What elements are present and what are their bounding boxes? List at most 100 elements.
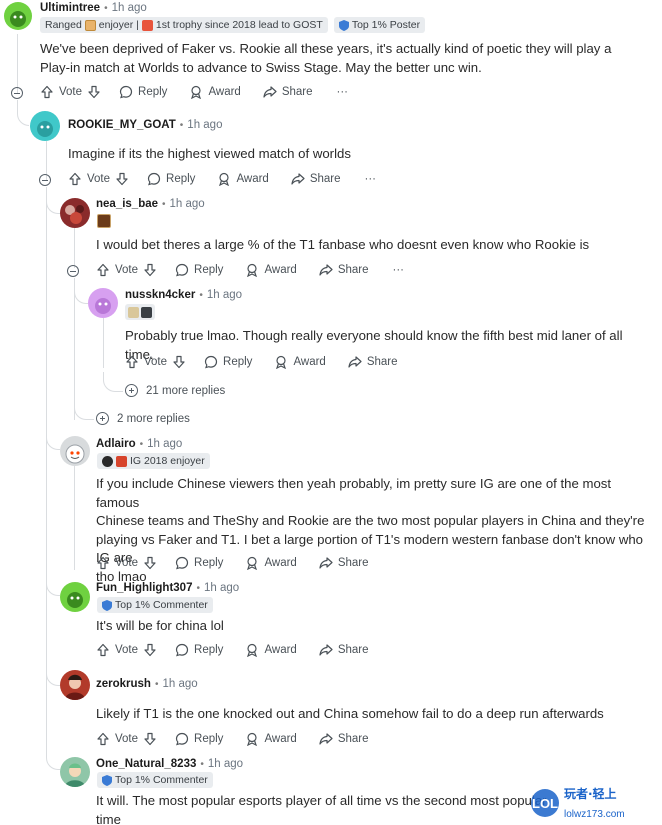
award-button[interactable]: Award — [245, 556, 297, 570]
timestamp[interactable]: 1h ago — [187, 119, 222, 131]
avatar[interactable] — [88, 288, 118, 318]
share-button[interactable]: Share — [319, 643, 369, 657]
downvote-icon[interactable] — [115, 172, 129, 186]
upvote-icon[interactable] — [96, 263, 110, 277]
plant-flair-icon — [84, 19, 96, 31]
expand-icon — [96, 412, 109, 425]
thread-line — [103, 318, 104, 368]
share-button[interactable]: Share — [319, 263, 369, 277]
reply-label: Reply — [194, 264, 224, 276]
reply-button[interactable]: Reply — [175, 556, 223, 570]
reply-button[interactable]: Reply — [204, 355, 252, 369]
timestamp[interactable]: 1h ago — [112, 2, 147, 14]
avatar[interactable] — [60, 757, 90, 787]
username[interactable]: nea_is_bae — [96, 198, 158, 210]
watermark-site: lolwz173.com — [564, 809, 625, 820]
timestamp[interactable]: 1h ago — [147, 438, 182, 450]
more-replies-link[interactable]: 2 more replies — [96, 412, 190, 425]
vote-label: Vote — [115, 733, 139, 745]
more-options-button[interactable]: ··· — [365, 173, 377, 185]
reply-button[interactable]: Reply — [147, 172, 195, 186]
avatar[interactable] — [60, 436, 90, 466]
flair-text: Ranged — [45, 19, 82, 31]
timestamp[interactable]: 1h ago — [162, 678, 197, 690]
avatar[interactable] — [60, 582, 90, 612]
reply-button[interactable]: Reply — [175, 643, 223, 657]
share-button[interactable]: Share — [348, 355, 398, 369]
separator-dot: • — [104, 2, 108, 14]
award-button[interactable]: Award — [245, 732, 297, 746]
timestamp[interactable]: 1h ago — [170, 198, 205, 210]
reply-icon — [147, 172, 161, 186]
reply-button[interactable]: Reply — [175, 732, 223, 746]
share-button[interactable]: Share — [319, 556, 369, 570]
avatar[interactable] — [30, 111, 60, 141]
upvote-icon[interactable] — [125, 355, 139, 369]
comment-actions: Vote Reply Award Share ··· — [68, 172, 376, 186]
award-button[interactable]: Award — [245, 263, 297, 277]
downvote-icon[interactable] — [87, 85, 101, 99]
downvote-icon[interactable] — [143, 732, 157, 746]
collapse-thread-button[interactable] — [39, 174, 51, 186]
username[interactable]: Adlairo — [96, 438, 136, 450]
comment-body-line: If you include Chinese viewers then yeah… — [96, 476, 612, 510]
comment-actions: Vote Reply Award Share — [96, 643, 369, 657]
username[interactable]: One_Natural_8233 — [96, 758, 196, 770]
award-icon — [276, 355, 287, 369]
award-button[interactable]: Award — [189, 85, 241, 99]
reply-button[interactable]: Reply — [175, 263, 223, 277]
award-label: Award — [208, 86, 241, 98]
award-button[interactable]: Award — [245, 643, 297, 657]
upvote-icon[interactable] — [96, 732, 110, 746]
flair-text: 1st trophy since 2018 lead to GOST — [155, 19, 323, 31]
vote-label: Vote — [115, 644, 139, 656]
collapse-thread-button[interactable] — [67, 265, 79, 277]
avatar[interactable] — [4, 2, 32, 30]
timestamp[interactable]: 1h ago — [208, 758, 243, 770]
champion-flair-icon — [128, 306, 139, 318]
site-watermark: LOL 玩者·轻上 lolwz173.com — [530, 783, 658, 823]
award-label: Award — [264, 264, 297, 276]
timestamp[interactable]: 1h ago — [207, 289, 242, 301]
vote-label: Vote — [87, 173, 111, 185]
upvote-icon[interactable] — [68, 172, 82, 186]
more-replies-link[interactable]: 21 more replies — [125, 384, 225, 397]
thread-line — [74, 460, 75, 570]
share-button[interactable]: Share — [319, 732, 369, 746]
more-options-button[interactable]: ··· — [393, 264, 405, 276]
award-button[interactable]: Award — [274, 355, 326, 369]
award-icon — [247, 263, 258, 277]
avatar[interactable] — [60, 198, 90, 228]
comment-body: Imagine if its the highest viewed match … — [68, 146, 351, 161]
timestamp[interactable]: 1h ago — [204, 582, 239, 594]
downvote-icon[interactable] — [143, 556, 157, 570]
thread-line — [74, 228, 75, 268]
downvote-icon[interactable] — [172, 355, 186, 369]
username[interactable]: nusskn4cker — [125, 289, 195, 301]
upvote-icon[interactable] — [40, 85, 54, 99]
separator-dot: • — [199, 289, 203, 301]
vote-group: Vote — [40, 85, 101, 99]
username[interactable]: zerokrush — [96, 678, 151, 690]
reply-icon — [175, 263, 189, 277]
reply-button[interactable]: Reply — [119, 85, 167, 99]
reply-icon — [175, 732, 189, 746]
shield-flair-icon — [338, 19, 349, 31]
downvote-icon[interactable] — [143, 263, 157, 277]
upvote-icon[interactable] — [96, 556, 110, 570]
username[interactable]: ROOKIE_MY_GOAT — [68, 119, 176, 131]
username[interactable]: Ultimintree — [40, 2, 100, 14]
share-button[interactable]: Share — [291, 172, 341, 186]
separator-dot: • — [196, 582, 200, 594]
share-button[interactable]: Share — [263, 85, 313, 99]
award-button[interactable]: Award — [217, 172, 269, 186]
achievement-badge: Top 1% Commenter — [97, 772, 213, 788]
upvote-icon[interactable] — [96, 643, 110, 657]
username[interactable]: Fun_Highlight307 — [96, 582, 192, 594]
collapse-thread-button[interactable] — [11, 87, 23, 99]
avatar[interactable] — [60, 670, 90, 700]
reply-label: Reply — [138, 86, 168, 98]
share-label: Share — [366, 356, 398, 368]
more-options-button[interactable]: ··· — [337, 86, 349, 98]
downvote-icon[interactable] — [143, 643, 157, 657]
